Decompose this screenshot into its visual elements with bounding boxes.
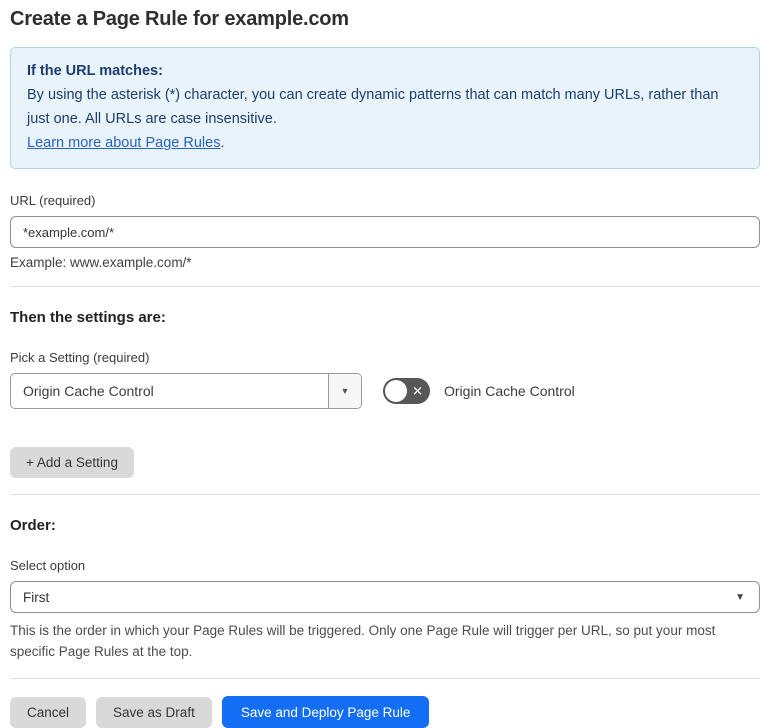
order-help-text: This is the order in which your Page Rul… xyxy=(10,623,716,659)
save-and-deploy-button[interactable]: Save and Deploy Page Rule xyxy=(221,696,430,728)
toggle-off-x-icon: ✕ xyxy=(412,383,423,399)
save-as-draft-button[interactable]: Save as Draft xyxy=(96,696,212,728)
pick-setting-label: Pick a Setting (required) xyxy=(10,350,150,365)
info-box-body: By using the asterisk (*) character, you… xyxy=(27,87,719,127)
toggle-label: Origin Cache Control xyxy=(444,383,575,399)
setting-select[interactable]: Origin Cache Control ▼ xyxy=(10,373,362,409)
cancel-button[interactable]: Cancel xyxy=(10,696,87,728)
learn-more-link[interactable]: Learn more about Page Rules xyxy=(27,135,220,151)
toggle-knob xyxy=(385,380,407,402)
divider xyxy=(10,678,760,679)
url-input[interactable] xyxy=(10,216,760,248)
url-field-hint: Example: www.example.com/* xyxy=(10,255,192,270)
add-setting-button[interactable]: + Add a Setting xyxy=(10,447,134,478)
order-select[interactable]: First ▼ xyxy=(10,581,760,613)
url-match-info-box: If the URL matches: By using the asteris… xyxy=(10,47,760,169)
chevron-down-icon: ▼ xyxy=(735,591,745,603)
order-select-value: First xyxy=(23,589,50,605)
info-box-link-line: Learn more about Page Rules. xyxy=(27,131,743,155)
origin-cache-control-toggle[interactable]: ✕ xyxy=(383,378,430,404)
url-field-label: URL (required) xyxy=(10,193,96,208)
setting-row: Origin Cache Control ▼ ✕ Origin Cache Co… xyxy=(10,373,760,409)
order-section-heading: Order: xyxy=(10,517,56,534)
divider xyxy=(10,286,760,287)
link-period: . xyxy=(220,135,225,151)
page-rule-form: Create a Page Rule for example.com If th… xyxy=(0,8,770,728)
form-actions: Cancel Save as Draft Save and Deploy Pag… xyxy=(10,696,760,728)
chevron-down-icon[interactable]: ▼ xyxy=(328,374,361,408)
order-select-label: Select option xyxy=(10,558,86,573)
settings-section-heading: Then the settings are: xyxy=(10,309,166,326)
divider xyxy=(10,494,760,495)
info-box-heading: If the URL matches: xyxy=(27,63,163,79)
page-title: Create a Page Rule for example.com xyxy=(10,8,349,30)
setting-select-value: Origin Cache Control xyxy=(23,383,154,399)
